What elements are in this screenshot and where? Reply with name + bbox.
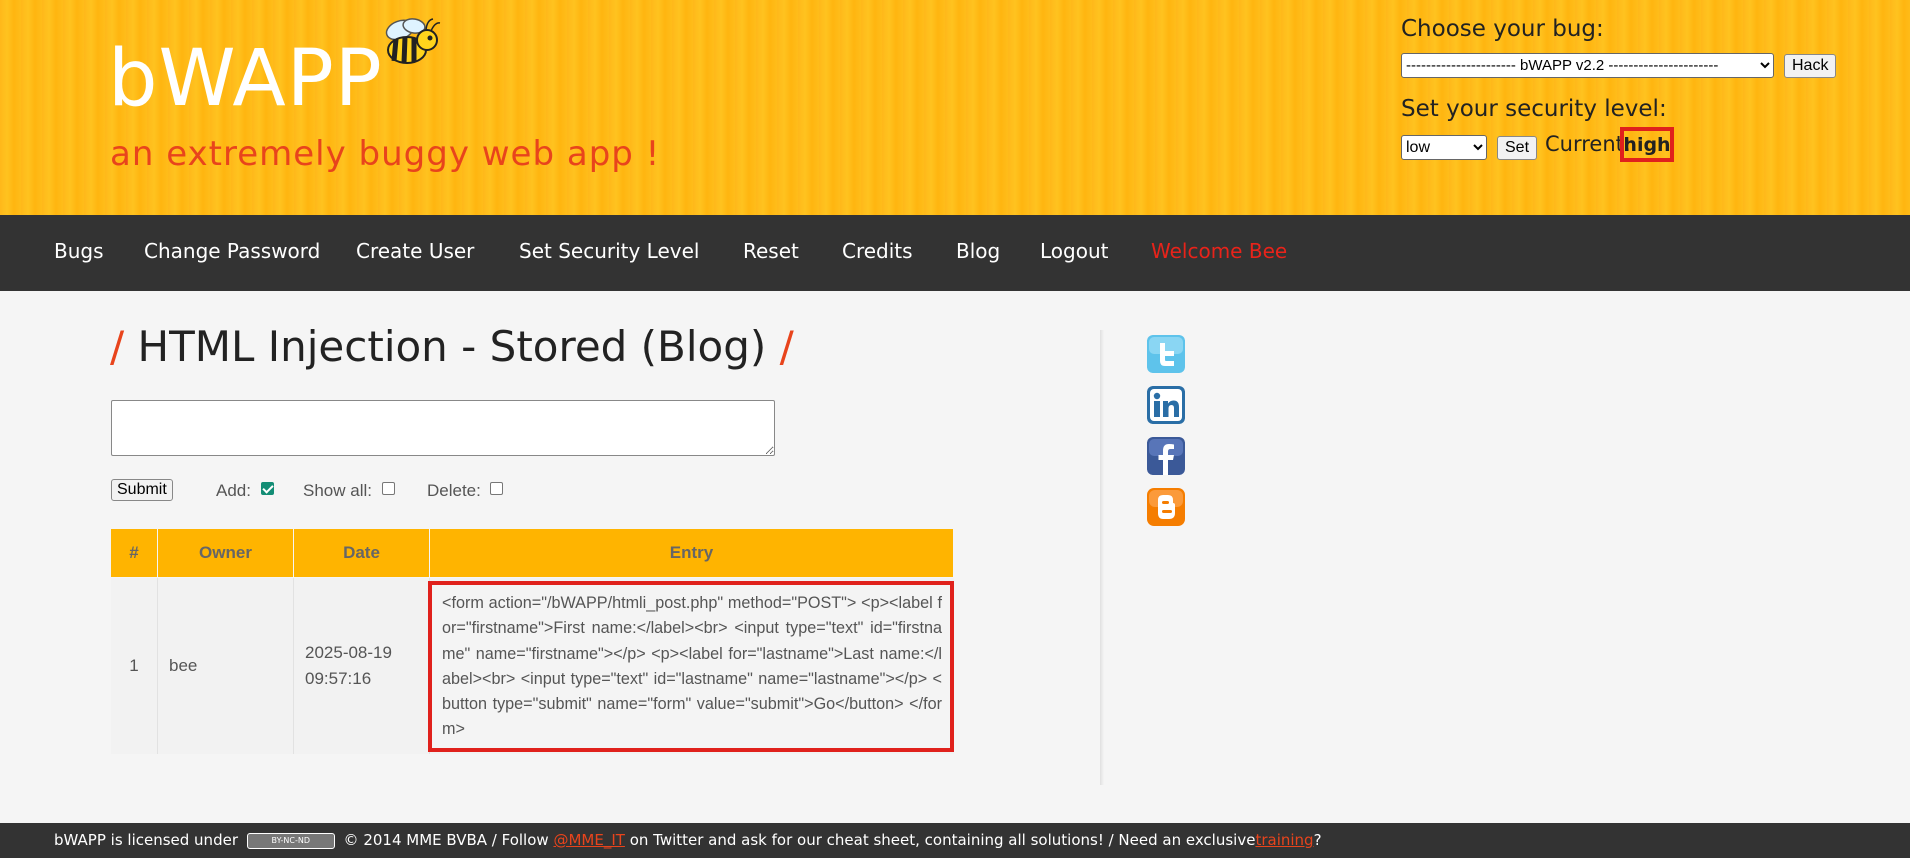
nav-logout[interactable]: Logout bbox=[1040, 239, 1108, 263]
tagline: an extremely buggy web app ! bbox=[110, 134, 661, 174]
title-slash-right: / bbox=[779, 322, 794, 371]
footer-cheatsheet-text: on Twitter and ask for our cheat sheet, … bbox=[629, 831, 1256, 849]
bee-icon bbox=[385, 18, 441, 64]
nav-blog[interactable]: Blog bbox=[956, 239, 1000, 263]
show-all-checkbox[interactable] bbox=[382, 482, 395, 495]
cc-license-badge[interactable]: BY-NC-ND bbox=[246, 832, 335, 849]
footer-training-link[interactable]: training bbox=[1255, 831, 1313, 849]
footer-text: bWAPP is licensed under BY-NC-ND © 2014 … bbox=[54, 831, 1322, 849]
row-date: 2025-08-19 bbox=[305, 643, 392, 662]
col-header-entry: Entry bbox=[430, 529, 953, 577]
sidebar-divider bbox=[1100, 330, 1104, 785]
nav-credits[interactable]: Credits bbox=[842, 239, 913, 263]
blogger-icon[interactable] bbox=[1147, 488, 1185, 526]
footer-end-text: ? bbox=[1313, 831, 1322, 849]
title-slash-left: / bbox=[110, 322, 125, 371]
entry-textarea[interactable] bbox=[111, 400, 775, 456]
row-owner: bee bbox=[158, 578, 294, 754]
add-checkbox[interactable] bbox=[261, 482, 274, 495]
nav-bugs[interactable]: Bugs bbox=[54, 239, 104, 263]
row-date-cell: 2025-08-19 09:57:16 bbox=[294, 578, 430, 754]
nav-set-security-level[interactable]: Set Security Level bbox=[519, 239, 699, 263]
header: bWAPP an extremely buggy web app ! Choos… bbox=[0, 0, 1910, 215]
bug-select[interactable]: ---------------------- bWAPP v2.2 ------… bbox=[1401, 53, 1774, 78]
current-security-level: high bbox=[1620, 127, 1674, 162]
col-header-number: # bbox=[111, 529, 157, 577]
delete-checkbox[interactable] bbox=[490, 482, 503, 495]
security-level-label: Set your security level: bbox=[1401, 96, 1667, 122]
page-title-text: HTML Injection - Stored (Blog) bbox=[137, 322, 767, 371]
col-header-owner: Owner bbox=[158, 529, 293, 577]
row-number: 1 bbox=[111, 578, 158, 754]
logo-text: bWAPP bbox=[108, 34, 383, 124]
page-title: / HTML Injection - Stored (Blog) / bbox=[110, 322, 794, 371]
nav-reset[interactable]: Reset bbox=[743, 239, 799, 263]
nav-bar: Bugs Change Password Create User Set Sec… bbox=[0, 215, 1910, 291]
nav-welcome: Welcome Bee bbox=[1151, 239, 1288, 263]
security-level-select[interactable]: low bbox=[1401, 135, 1487, 160]
row-entry: <form action="/bWAPP/htmli_post.php" met… bbox=[428, 581, 954, 752]
nav-create-user[interactable]: Create User bbox=[356, 239, 474, 263]
col-header-date: Date bbox=[294, 529, 429, 577]
current-label: Current: bbox=[1545, 132, 1631, 156]
footer: bWAPP is licensed under BY-NC-ND © 2014 … bbox=[0, 823, 1910, 858]
footer-twitter-link[interactable]: @MME_IT bbox=[553, 831, 624, 849]
nav-change-password[interactable]: Change Password bbox=[144, 239, 320, 263]
footer-license-text: bWAPP is licensed under bbox=[54, 831, 238, 849]
linkedin-icon[interactable] bbox=[1147, 386, 1185, 424]
twitter-icon[interactable] bbox=[1147, 335, 1185, 373]
set-button[interactable]: Set bbox=[1497, 136, 1538, 160]
show-all-label: Show all: bbox=[303, 481, 372, 500]
facebook-icon[interactable] bbox=[1147, 437, 1185, 475]
choose-bug-label: Choose your bug: bbox=[1401, 16, 1604, 42]
hack-button[interactable]: Hack bbox=[1784, 54, 1837, 78]
row-time: 09:57:16 bbox=[305, 669, 372, 688]
submit-button[interactable]: Submit bbox=[111, 479, 173, 501]
delete-label: Delete: bbox=[427, 481, 481, 500]
add-label: Add: bbox=[216, 481, 251, 500]
footer-copyright-text: © 2014 MME BVBA / Follow bbox=[343, 831, 549, 849]
